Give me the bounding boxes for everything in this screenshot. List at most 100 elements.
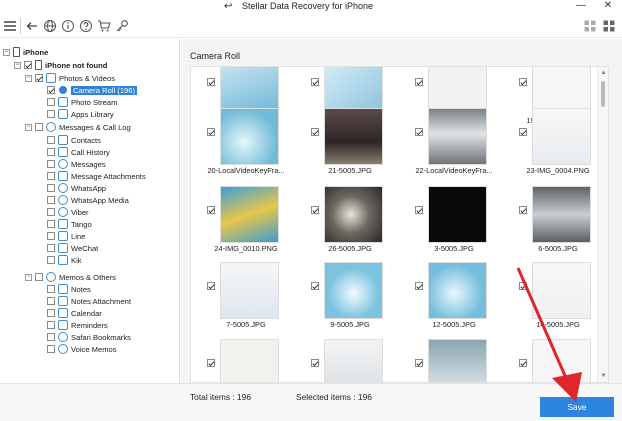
thumbnail-checkbox[interactable] — [311, 359, 319, 367]
thumbnail-image[interactable] — [220, 262, 279, 319]
minimize-button[interactable]: — — [572, 0, 590, 14]
tree-group-messages[interactable]: − Messages & Call Log — [25, 121, 131, 133]
help-icon[interactable] — [78, 18, 94, 34]
thumbnail-checkbox[interactable] — [415, 359, 423, 367]
thumbnail-checkbox[interactable] — [415, 206, 423, 214]
thumbnail-checkbox[interactable] — [207, 359, 215, 367]
thumbnail-image[interactable] — [428, 339, 487, 382]
thumbnail-image[interactable] — [324, 339, 383, 382]
collapse-toggle[interactable]: − — [3, 48, 10, 56]
device-checkbox[interactable] — [24, 61, 32, 69]
item-checkbox[interactable] — [47, 309, 55, 317]
thumbnail-image[interactable] — [324, 186, 383, 243]
collapse-toggle[interactable]: − — [25, 123, 32, 131]
item-checkbox[interactable] — [47, 256, 55, 264]
tree-item-photo-stream[interactable]: Photo Stream — [47, 96, 117, 108]
tree-item-camera-roll[interactable]: Camera Roll (196) — [47, 84, 138, 96]
vertical-scrollbar[interactable]: ▲ ▼ — [597, 67, 608, 382]
thumbnail-checkbox[interactable] — [519, 282, 527, 290]
scroll-up-icon[interactable]: ▲ — [600, 70, 607, 76]
tree-item-messages[interactable]: Messages — [47, 158, 106, 170]
item-checkbox[interactable] — [47, 232, 55, 240]
tree-item-notes-attachment[interactable]: Notes Attachment — [47, 295, 131, 307]
thumbnail-item[interactable]: 22-LocalVideoKeyFra... — [399, 108, 503, 178]
item-checkbox[interactable] — [47, 110, 55, 118]
collapse-toggle[interactable]: − — [14, 61, 21, 69]
item-checkbox[interactable] — [47, 220, 55, 228]
thumbnail-item[interactable] — [503, 339, 607, 382]
thumbnail-item[interactable]: 14-5005.JPG — [503, 262, 607, 332]
tree-group-photos-videos[interactable]: − Photos & Videos — [25, 72, 115, 84]
thumbnail-checkbox[interactable] — [415, 282, 423, 290]
thumbnail-item[interactable]: 7-5005.JPG — [191, 262, 295, 332]
menu-icon[interactable] — [2, 18, 18, 34]
thumbnail-image[interactable] — [428, 108, 487, 165]
thumbnail-item[interactable] — [295, 339, 399, 382]
tree-device[interactable]: − iPhone not found — [14, 59, 107, 71]
tree-item-voice-memos[interactable]: Voice Memos — [47, 343, 117, 355]
thumbnail-checkbox[interactable] — [311, 206, 319, 214]
tree-item-whatsapp[interactable]: WhatsApp — [47, 182, 106, 194]
thumbnail-item[interactable]: 20-LocalVideoKeyFra... — [191, 108, 295, 178]
item-checkbox[interactable] — [47, 160, 55, 168]
scroll-thumb[interactable] — [601, 81, 605, 107]
key-icon[interactable] — [114, 18, 130, 34]
thumbnail-item[interactable]: 9-5005.JPG — [295, 262, 399, 332]
thumbnail-checkbox[interactable] — [311, 78, 319, 86]
item-checkbox[interactable] — [47, 285, 55, 293]
group-checkbox[interactable] — [35, 123, 43, 131]
thumbnail-checkbox[interactable] — [207, 128, 215, 136]
back-arrow-icon[interactable] — [24, 18, 40, 34]
grid-view-icon[interactable] — [582, 18, 598, 34]
tree-item-safari-bookmarks[interactable]: Safari Bookmarks — [47, 331, 131, 343]
thumbnail-item[interactable] — [191, 339, 295, 382]
thumbnail-image[interactable] — [220, 108, 279, 165]
thumbnail-item[interactable]: 24-IMG_0010.PNG — [191, 186, 295, 256]
thumbnail-item[interactable]: 6-5005.JPG — [503, 186, 607, 256]
close-button[interactable]: ✕ — [599, 0, 617, 14]
thumbnail-image[interactable] — [532, 108, 591, 165]
collapse-toggle[interactable]: − — [25, 74, 32, 82]
tree-item-reminders[interactable]: Reminders — [47, 319, 108, 331]
tree-group-memos[interactable]: − Memos & Others — [25, 271, 116, 283]
thumbnail-item[interactable]: 26-5005.JPG — [295, 186, 399, 256]
tree-item-whatsapp-media[interactable]: WhatsApp Media — [47, 194, 129, 206]
tree-item-message-attachments[interactable]: Message Attachments — [47, 170, 146, 182]
globe-icon[interactable] — [42, 18, 58, 34]
thumbnail-image[interactable] — [532, 186, 591, 243]
tree-item-wechat[interactable]: WeChat — [47, 242, 98, 254]
group-checkbox[interactable] — [35, 74, 43, 82]
scroll-down-icon[interactable]: ▼ — [600, 373, 607, 379]
cart-icon[interactable] — [96, 18, 112, 34]
tree-item-viber[interactable]: Viber — [47, 206, 89, 218]
item-checkbox[interactable] — [47, 244, 55, 252]
info-icon[interactable] — [60, 18, 76, 34]
item-checkbox[interactable] — [47, 321, 55, 329]
tree-item-tango[interactable]: Tango — [47, 218, 92, 230]
save-button[interactable]: Save — [540, 397, 614, 417]
thumbnail-image[interactable] — [220, 186, 279, 243]
item-checkbox[interactable] — [47, 136, 55, 144]
thumbnail-image[interactable] — [324, 262, 383, 319]
thumbnail-image[interactable] — [220, 339, 279, 382]
thumbnail-image[interactable] — [428, 186, 487, 243]
tree-item-notes[interactable]: Notes — [47, 283, 91, 295]
thumbnail-checkbox[interactable] — [519, 206, 527, 214]
item-checkbox[interactable] — [47, 345, 55, 353]
item-checkbox[interactable] — [47, 208, 55, 216]
thumbnail-item[interactable]: 3-5005.JPG — [399, 186, 503, 256]
thumbnail-image[interactable] — [532, 262, 591, 319]
tree-item-line[interactable]: Line — [47, 230, 85, 242]
collapse-toggle[interactable]: − — [25, 273, 32, 281]
thumbnail-item[interactable] — [399, 339, 503, 382]
tree-root-iphone[interactable]: − iPhone — [3, 46, 48, 58]
thumbnail-image[interactable] — [532, 339, 591, 382]
thumbnail-checkbox[interactable] — [207, 282, 215, 290]
group-checkbox[interactable] — [35, 273, 43, 281]
thumbnail-checkbox[interactable] — [519, 128, 527, 136]
item-checkbox[interactable] — [47, 333, 55, 341]
thumbnail-checkbox[interactable] — [311, 282, 319, 290]
thumbnail-item[interactable]: 21-5005.JPG — [295, 108, 399, 178]
back-icon[interactable]: ↩ — [224, 0, 232, 13]
item-checkbox[interactable] — [47, 148, 55, 156]
